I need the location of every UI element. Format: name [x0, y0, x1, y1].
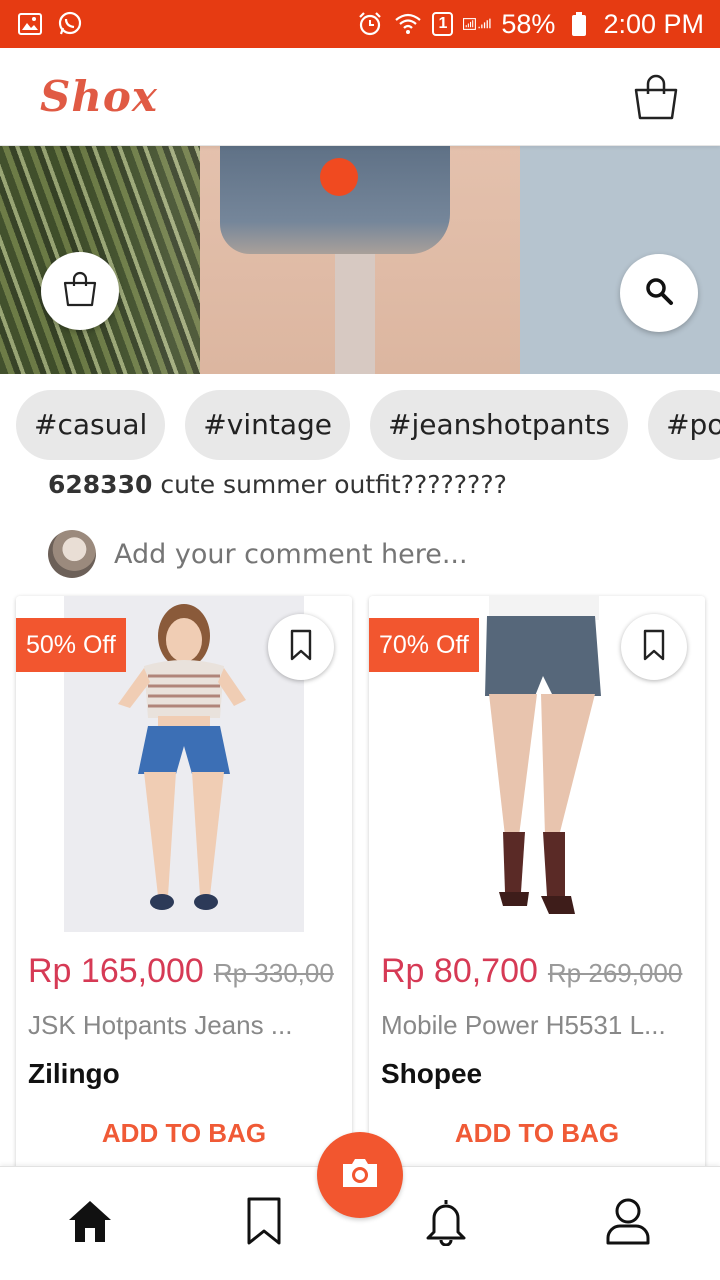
camera-icon [340, 1156, 380, 1194]
original-price: Rp 269,000 [547, 958, 683, 988]
tag-chip[interactable]: #casual [16, 390, 166, 460]
like-count: 628330 [48, 470, 153, 499]
tag-chip[interactable]: #po [648, 390, 720, 460]
nav-home[interactable] [62, 1195, 118, 1251]
shopping-bag-icon [62, 270, 98, 312]
camera-button[interactable] [317, 1132, 403, 1218]
hero-leg-gap [335, 254, 375, 374]
app-logo: Shox [40, 72, 158, 121]
product-card[interactable]: 50% Off Rp 165,000 Rp 330,00 JSK Hotpants… [16, 596, 352, 1176]
hero-image [0, 146, 720, 374]
profile-icon [605, 1196, 651, 1250]
battery-icon [565, 11, 593, 37]
whatsapp-icon [56, 11, 84, 37]
price-row: Rp 80,700 Rp 269,000 [381, 952, 682, 991]
bookmark-icon [245, 1196, 283, 1250]
tag-chip[interactable]: #jeanshotpants [370, 390, 629, 460]
caption-text: cute summer outfit???????? [152, 470, 507, 499]
home-icon [66, 1198, 114, 1248]
tag-list: #casual #vintage #jeanshotpants #po [16, 390, 720, 460]
battery-percent: 58% [501, 8, 556, 39]
product-name[interactable]: JSK Hotpants Jeans ... [28, 1010, 338, 1041]
product-price: Rp 165,000 [28, 952, 204, 990]
nav-profile[interactable] [600, 1195, 656, 1251]
app-bar: Shox [0, 48, 720, 146]
product-hotspot[interactable] [320, 158, 358, 196]
search-icon [643, 275, 675, 311]
alarm-icon [356, 11, 384, 37]
store-name: Zilingo [28, 1058, 120, 1089]
image-icon [16, 11, 44, 37]
comment-row [48, 530, 614, 578]
price-row: Rp 165,000 Rp 330,00 [28, 952, 334, 991]
discount-badge: 70% Off [369, 618, 479, 672]
signal-icon [463, 11, 491, 37]
bookmark-button[interactable] [621, 614, 687, 680]
status-bar: 1 58% 2:00 PM [0, 0, 720, 48]
add-to-bag-button[interactable]: ADD TO BAG [369, 1118, 705, 1149]
sim-badge: 1 [432, 12, 454, 36]
bell-icon [424, 1196, 468, 1250]
bookmark-icon [289, 629, 313, 665]
bookmark-button[interactable] [268, 614, 334, 680]
product-price: Rp 80,700 [381, 952, 538, 990]
discount-badge: 50% Off [16, 618, 126, 672]
store-name: Shopee [381, 1058, 483, 1089]
hero-search-button[interactable] [620, 254, 698, 332]
avatar [48, 530, 96, 578]
original-price: Rp 330,00 [213, 958, 334, 988]
product-card[interactable]: 70% Off Rp 80,700 Rp 269,000 Mobile Power… [369, 596, 705, 1176]
shopping-bag-icon[interactable] [632, 71, 680, 123]
comment-input[interactable] [114, 538, 614, 570]
add-to-bag-button[interactable]: ADD TO BAG [16, 1118, 352, 1149]
nav-saved[interactable] [236, 1195, 292, 1251]
wifi-icon [394, 11, 422, 37]
post-caption: 628330 cute summer outfit???????? [48, 470, 507, 499]
nav-notifications[interactable] [418, 1195, 474, 1251]
hero-bag-button[interactable] [41, 252, 119, 330]
bookmark-icon [642, 629, 666, 665]
tag-chip[interactable]: #vintage [185, 390, 350, 460]
hero-wall [520, 146, 720, 374]
product-name[interactable]: Mobile Power H5531 L... [381, 1010, 691, 1041]
clock: 2:00 PM [603, 8, 704, 39]
